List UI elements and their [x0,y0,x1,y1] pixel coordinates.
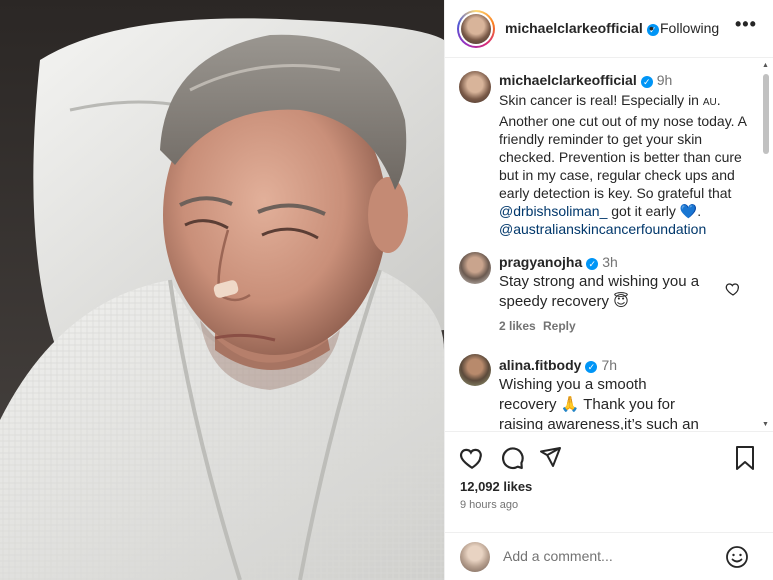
more-options-button[interactable]: ••• [735,14,757,35]
scroll-up-arrow-icon[interactable]: ▲ [762,62,769,69]
author-username[interactable]: michaelclarkeofficial ✓ [505,20,659,36]
scroll-down-arrow-icon[interactable]: ▼ [762,421,769,428]
comment-icon[interactable] [499,445,525,476]
post-actions: 12,092 likes 9 hours ago [445,431,773,521]
comment-text: Wishing you a smooth recovery 🙏 Thank yo… [499,376,699,430]
blue-heart-emoji: 💙 [679,203,698,219]
add-comment-bar [445,532,773,580]
viewer-avatar [460,542,490,572]
add-comment-input[interactable] [503,548,713,564]
reply-button[interactable]: Reply [543,319,576,333]
heart-icon[interactable] [459,445,485,476]
caption-author[interactable]: michaelclarkeofficial ✓ 9h [499,72,672,88]
verified-badge-icon: ✓ [586,258,599,270]
separator-dot: • [649,20,654,36]
comment-like-count[interactable]: 2 likes [499,319,536,333]
post-detail-panel: michaelclarkeofficial ✓ • Following ••• m… [444,0,773,580]
post-header: michaelclarkeofficial ✓ • Following ••• [445,0,773,58]
caption-time: 9h [656,72,673,88]
comment-time: 3h [602,254,618,270]
flag-emoji: AU [702,97,717,108]
comment-like-heart-icon[interactable] [725,281,741,300]
comment-text: Stay strong and wishing you a speedy rec… [499,273,700,310]
verified-badge-icon: ✓ [585,361,598,373]
like-count[interactable]: 12,092 likes [460,479,532,494]
commenter-avatar[interactable] [459,354,491,386]
send-icon[interactable] [538,445,562,474]
comment-time: 7h [601,357,618,373]
post-timestamp[interactable]: 9 hours ago [460,499,518,511]
post-photo-art [0,0,444,580]
post-photo[interactable] [0,0,444,580]
comment-username[interactable]: alina.fitbody ✓ 7h [499,357,617,373]
author-avatar[interactable] [457,10,495,48]
emoji-icon[interactable] [725,545,749,574]
mention-link[interactable]: @drbishsoliman_ [499,203,607,219]
bookmark-icon[interactable] [734,445,756,476]
comment-username[interactable]: pragyanojha ✓ 3h [499,254,618,270]
following-button[interactable]: Following [660,20,719,36]
comments-scrollbar[interactable]: ▲ ▼ [762,60,770,430]
scrollbar-thumb[interactable] [763,74,769,154]
caption-author-avatar[interactable] [459,71,491,103]
commenter-avatar[interactable] [459,252,491,284]
caption-text: Skin cancer is real! Especially in AU. A… [499,92,747,237]
verified-badge-icon: ✓ [640,76,653,88]
mention-link[interactable]: @australianskincancerfoundation [499,221,706,237]
comments-list[interactable]: michaelclarkeofficial ✓ 9h Skin cancer is … [445,59,773,430]
